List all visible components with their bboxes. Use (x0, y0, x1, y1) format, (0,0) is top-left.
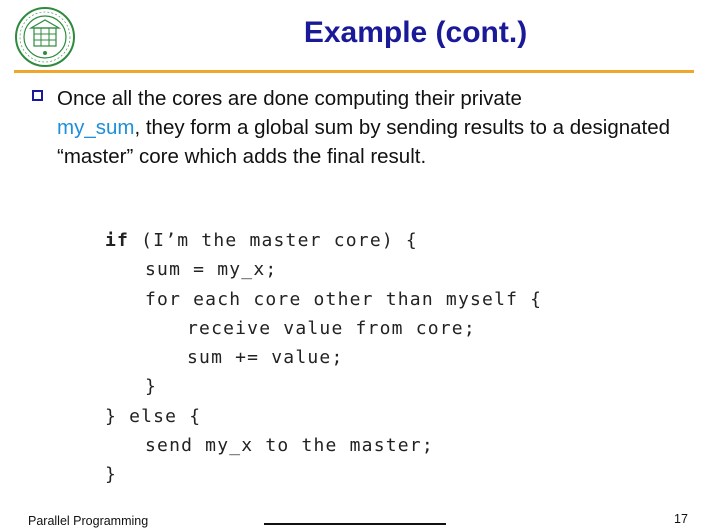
code-line: } (145, 376, 158, 398)
slide-title: Example (cont.) (303, 16, 528, 49)
bullet-text-end: , they form a global sum by sending resu… (57, 116, 671, 168)
title-divider (14, 70, 694, 73)
code-line: if (I’m the master core) { (105, 226, 542, 255)
footer-course-title: Parallel Programming (28, 514, 149, 528)
code-line: receive value from core; (187, 317, 476, 339)
bullet-text-start: Once all the cores are done computing th… (57, 87, 522, 110)
footer-divider (264, 523, 446, 525)
code-keyword: if (105, 230, 130, 251)
bullet-text: Once all the cores are done computing th… (57, 84, 692, 171)
code-line: } else { (105, 405, 202, 427)
code-line: sum += value; (187, 347, 344, 369)
page-number: 17 (674, 512, 688, 526)
code-text: (I’m the master core) { (129, 230, 418, 251)
square-bullet-icon (32, 90, 43, 101)
code-line: } (105, 464, 118, 486)
university-seal-icon (15, 7, 75, 67)
code-line: sum = my_x; (145, 259, 278, 281)
highlighted-variable: my_sum (57, 116, 135, 139)
code-block: if (I’m the master core) { sum = my_x;for… (105, 226, 542, 490)
code-line: send my_x to the master; (145, 435, 434, 457)
code-line: for each core other than myself { (145, 288, 543, 310)
bullet-item: Once all the cores are done computing th… (32, 84, 692, 171)
